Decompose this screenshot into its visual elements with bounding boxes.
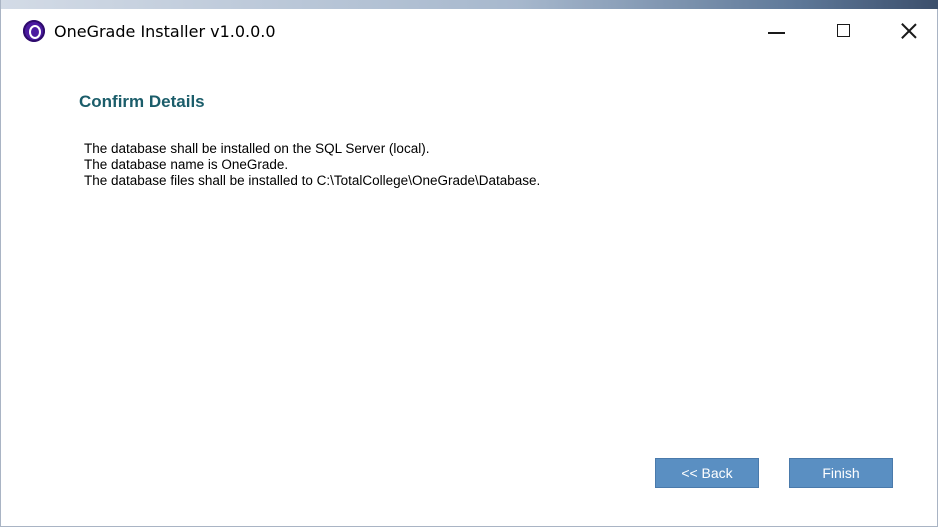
maximize-button[interactable] [810,9,878,55]
minimize-icon [768,32,785,34]
app-icon-ring [29,25,41,39]
detail-line-server: The database shall be installed on the S… [84,141,430,156]
maximize-icon [837,24,850,37]
window-title: OneGrade Installer v1.0.0.0 [54,22,276,41]
onegrade-app-icon[interactable] [23,20,45,42]
close-icon [901,23,917,39]
details-text: The database shall be installed on the S… [84,141,540,189]
minimize-button[interactable] [742,9,810,55]
back-button[interactable]: << Back [655,458,759,488]
finish-button[interactable]: Finish [789,458,893,488]
page-title: Confirm Details [79,92,205,111]
detail-line-install-path: The database files shall be installed to… [84,173,541,188]
window-top-accent [1,0,938,9]
detail-line-database-name: The database name is OneGrade. [84,157,289,172]
title-bar[interactable]: OneGrade Installer v1.0.0.0 [1,9,937,55]
installer-window: OneGrade Installer v1.0.0.0 Confirm Deta… [0,0,938,527]
close-button[interactable] [878,9,937,55]
